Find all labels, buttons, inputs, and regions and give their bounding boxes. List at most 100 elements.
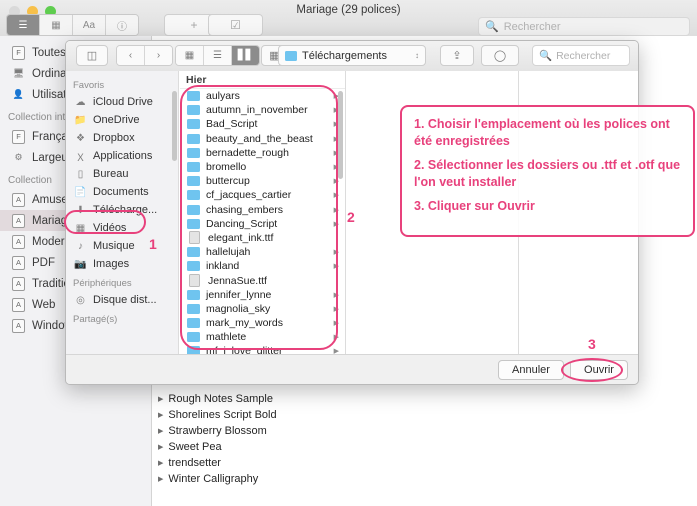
list-view-icon[interactable]: ☰: [204, 46, 232, 65]
device-label: Disque dist...: [93, 294, 157, 306]
sidebar-item-label: Toutes: [32, 46, 66, 59]
dialog-search-field[interactable]: 🔍 Rechercher: [532, 45, 630, 66]
favorite-item-icloud-drive[interactable]: ☁ iCloud Drive: [66, 93, 178, 111]
favorites-scrollbar[interactable]: [172, 91, 177, 161]
back-icon[interactable]: ‹: [117, 46, 145, 65]
collection-box-icon: A: [12, 192, 25, 207]
favorite-item-bureau[interactable]: ▯ Bureau: [66, 165, 178, 183]
documents-icon: 📄: [74, 186, 87, 198]
dropbox-icon: ❖: [76, 132, 85, 144]
disclosure-triangle-icon[interactable]: ▶: [158, 411, 163, 419]
path-popup-button[interactable]: Téléchargements ↕: [278, 45, 426, 66]
collection-box-icon: A: [12, 318, 25, 333]
type-sample-icon[interactable]: Aa: [73, 15, 106, 35]
sidebar-item-label: Mariag: [32, 214, 68, 227]
disc-icon: ◎: [76, 294, 85, 306]
disclosure-triangle-icon[interactable]: ▶: [158, 427, 163, 435]
annotation-marker-1: 1: [149, 236, 157, 252]
highlight-downloads-sidebar: [64, 210, 146, 234]
view-mode-buttons[interactable]: ▦ ☰ ▋▋: [175, 45, 260, 66]
navigation-buttons[interactable]: ‹ ›: [116, 45, 173, 66]
cloud-icon: ☁: [75, 96, 86, 108]
sidebar-toggle-icon[interactable]: ◫: [76, 45, 108, 66]
search-icon: 🔍: [539, 50, 553, 62]
computer-icon: 🖥: [12, 68, 25, 78]
list-item[interactable]: ▶ Rough Notes Sample: [152, 391, 315, 407]
folder-icon: [285, 50, 297, 61]
font-name: Winter Calligraphy: [168, 473, 259, 485]
font-box-icon: F: [12, 45, 25, 60]
favorite-item-onedrive[interactable]: 📁 OneDrive: [66, 111, 178, 129]
favorite-item-dropbox[interactable]: ❖ Dropbox: [66, 129, 178, 147]
dialog-footer: Annuler Ouvrir: [66, 354, 638, 384]
list-item[interactable]: ▶ trendsetter: [152, 455, 315, 471]
favorite-item-images[interactable]: 📷 Images: [66, 255, 178, 273]
favorite-item-musique[interactable]: ♪ Musique: [66, 237, 178, 255]
favorite-label: Documents: [93, 186, 149, 198]
sidebar-item-label: Web: [32, 298, 56, 311]
annotation-instructions-box: 1. Choisir l'emplacement où les polices …: [400, 105, 695, 237]
annotation-step-2: 2. Sélectionner les dossiers ou .ttf et …: [414, 158, 681, 189]
collection-box-icon: A: [12, 213, 25, 228]
favorite-item-applications[interactable]: Ｘ Applications: [66, 147, 178, 165]
icon-view-icon[interactable]: ▦: [176, 46, 204, 65]
dialog-toolbar: ◫ ‹ › ▦ ☰ ▋▋ ▦⌄ Téléchargements ↕ ⇪ ◯ 🔍 …: [66, 41, 638, 72]
main-search-placeholder: Rechercher: [503, 20, 561, 33]
cancel-label: Annuler: [512, 364, 550, 376]
font-box-icon: F: [12, 129, 25, 144]
validate-font-button[interactable]: ☑: [208, 14, 263, 36]
photos-icon: 📷: [74, 258, 87, 270]
font-name: Sweet Pea: [168, 441, 222, 453]
path-label: Téléchargements: [302, 49, 387, 62]
font-name: trendsetter: [168, 457, 221, 469]
forward-icon[interactable]: ›: [145, 46, 172, 65]
collection-box-icon: A: [12, 234, 25, 249]
favorite-label: Musique: [93, 240, 135, 252]
chevron-updown-icon: ↕: [415, 50, 419, 60]
highlight-file-list: [180, 85, 338, 350]
list-item[interactable]: ▶ Shorelines Script Bold: [152, 407, 315, 423]
annotation-marker-2: 2: [347, 209, 355, 225]
disclosure-triangle-icon[interactable]: ▶: [158, 395, 163, 403]
favorite-item-documents[interactable]: 📄 Documents: [66, 183, 178, 201]
favorites-group-devices-label: Périphériques: [73, 278, 132, 289]
music-icon: ♪: [78, 240, 83, 252]
annotation-step-1: 1. Choisir l'emplacement où les polices …: [414, 117, 670, 148]
applications-icon: Ｘ: [75, 152, 86, 164]
sidebar-item-label: PDF: [32, 256, 55, 269]
annotation-marker-3: 3: [588, 336, 596, 352]
list-view-icon[interactable]: ☰: [7, 15, 40, 35]
checkbox-icon: ☑: [230, 18, 241, 32]
favorite-label: iCloud Drive: [93, 96, 153, 108]
disclosure-triangle-icon[interactable]: ▶: [158, 443, 163, 451]
font-name: Shorelines Script Bold: [168, 409, 277, 421]
list-item[interactable]: ▶ Strawberry Blossom: [152, 423, 315, 439]
favorites-group-shared-label: Partagé(s): [73, 314, 118, 325]
device-item-disque-distant[interactable]: ◎ Disque dist...: [66, 291, 178, 309]
dialog-search-placeholder: Rechercher: [556, 49, 611, 62]
cancel-button[interactable]: Annuler: [498, 360, 564, 380]
desktop-icon: ▯: [77, 168, 84, 180]
favorite-label: Images: [93, 258, 130, 270]
list-item[interactable]: ▶ Winter Calligraphy: [152, 471, 315, 487]
main-search-field[interactable]: 🔍 Rechercher: [478, 17, 690, 36]
grid-view-icon[interactable]: ▦: [40, 15, 73, 35]
share-icon[interactable]: ⇪: [440, 45, 474, 66]
disclosure-triangle-icon[interactable]: ▶: [158, 459, 163, 467]
favorite-label: OneDrive: [93, 114, 140, 126]
list-item[interactable]: ▶ Sweet Pea: [152, 439, 315, 455]
file-column-scrollbar[interactable]: [338, 91, 343, 179]
user-icon: 👤: [12, 89, 25, 99]
favorites-group-label: Favoris: [73, 80, 105, 91]
font-book-application: Mariage (29 polices) ☰ ▦ Aa ⓘ + ☑ 🔍 Rech…: [0, 0, 697, 506]
collection-box-icon: A: [12, 255, 25, 270]
column-view-icon[interactable]: ▋▋: [232, 46, 259, 65]
tag-icon[interactable]: ◯: [481, 45, 519, 66]
collection-box-icon: A: [12, 276, 25, 291]
search-icon: 🔍: [485, 21, 499, 33]
info-icon[interactable]: ⓘ: [106, 15, 138, 35]
view-mode-segmented-control[interactable]: ☰ ▦ Aa ⓘ: [6, 14, 139, 36]
disclosure-triangle-icon[interactable]: ▶: [158, 475, 163, 483]
plus-icon: +: [190, 18, 198, 32]
font-name: Strawberry Blossom: [168, 425, 267, 437]
